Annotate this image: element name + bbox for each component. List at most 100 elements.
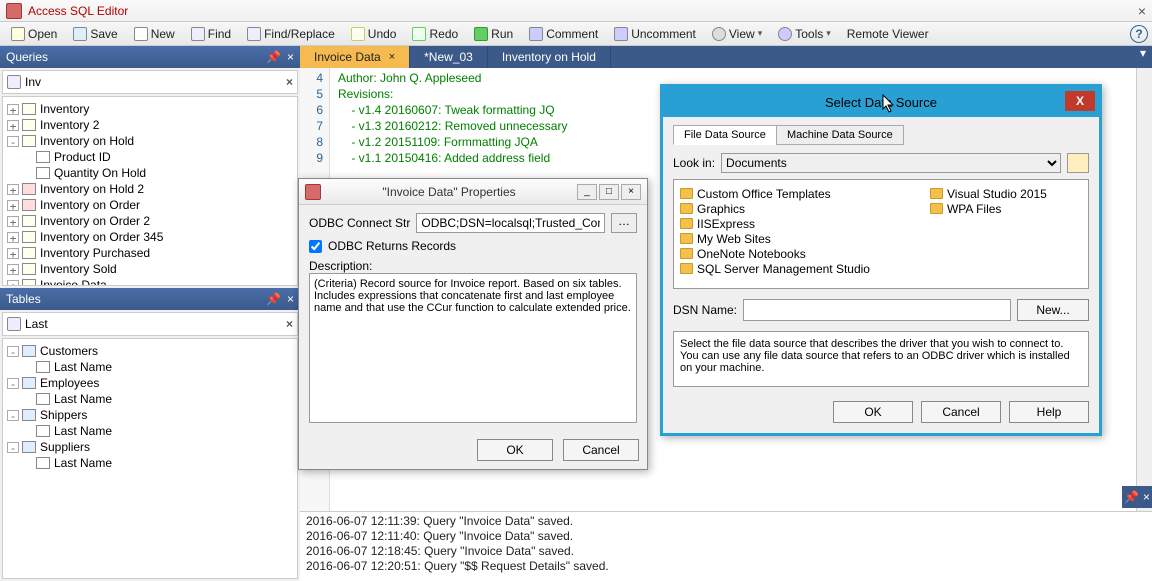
tab-machine-data-source[interactable]: Machine Data Source xyxy=(776,125,904,145)
folder-item[interactable]: OneNote Notebooks xyxy=(680,246,870,261)
document-tab[interactable]: Invoice Data× xyxy=(300,46,410,68)
expand-icon[interactable]: - xyxy=(7,136,19,147)
expand-icon[interactable]: - xyxy=(7,346,19,357)
folder-item[interactable]: SQL Server Management Studio xyxy=(680,261,870,276)
tab-close-icon[interactable]: × xyxy=(389,51,395,63)
expand-icon[interactable]: + xyxy=(7,184,19,195)
queries-tree-item[interactable]: +Inventory on Order 2 xyxy=(7,213,293,229)
tables-tree-item[interactable]: -Customers xyxy=(7,343,293,359)
expand-icon[interactable]: - xyxy=(7,410,19,421)
folder-list[interactable]: Custom Office TemplatesGraphicsIISExpres… xyxy=(673,179,1089,289)
expand-icon[interactable]: - xyxy=(7,442,19,453)
output-pin-bar[interactable]: 📌× xyxy=(1122,486,1152,508)
expand-icon xyxy=(21,152,33,163)
run-button[interactable]: Run xyxy=(467,24,520,44)
queries-filter-input[interactable] xyxy=(25,75,286,89)
expand-icon[interactable]: + xyxy=(7,120,19,131)
properties-ok-button[interactable]: OK xyxy=(477,439,553,461)
expand-icon[interactable]: + xyxy=(7,104,19,115)
ds-cancel-button[interactable]: Cancel xyxy=(921,401,1001,423)
document-tab[interactable]: *New_03 xyxy=(410,46,488,68)
save-button[interactable]: Save xyxy=(66,24,124,44)
ds-titlebar[interactable]: Select Data Source X xyxy=(663,87,1099,117)
queries-tree-item[interactable]: +Inventory on Order 345 xyxy=(7,229,293,245)
redo-button[interactable]: Redo xyxy=(405,24,465,44)
view-dropdown[interactable]: View xyxy=(705,24,769,44)
tables-tree-item[interactable]: Last Name xyxy=(21,455,293,471)
window-close-icon[interactable]: × xyxy=(1138,3,1146,19)
queries-close-icon[interactable]: × xyxy=(287,50,294,64)
expand-icon[interactable]: + xyxy=(7,264,19,275)
queries-tree-item[interactable]: +Inventory on Hold 2 xyxy=(7,181,293,197)
queries-tree-item[interactable]: +Invoice Data xyxy=(7,277,293,286)
dialog-close-icon[interactable]: × xyxy=(621,184,641,200)
queries-tree-item[interactable]: +Inventory on Order xyxy=(7,197,293,213)
expand-icon[interactable]: + xyxy=(7,248,19,259)
lookin-select[interactable]: Documents xyxy=(721,153,1061,173)
dialog-maximize-icon[interactable]: □ xyxy=(599,184,619,200)
odbc-returns-checkbox[interactable] xyxy=(309,240,322,253)
expand-icon[interactable]: + xyxy=(7,200,19,211)
queries-tree-item[interactable]: +Inventory Purchased xyxy=(7,245,293,261)
folder-item[interactable]: My Web Sites xyxy=(680,231,870,246)
folder-item[interactable]: WPA Files xyxy=(930,201,1089,216)
scrollbar[interactable] xyxy=(1136,68,1152,511)
close-icon[interactable]: × xyxy=(1143,490,1150,504)
comment-button[interactable]: Comment xyxy=(522,24,605,44)
queries-tree-item[interactable]: +Inventory xyxy=(7,101,293,117)
folder-item[interactable]: Graphics xyxy=(680,201,870,216)
find-replace-button[interactable]: Find/Replace xyxy=(240,24,342,44)
tree-label: Last Name xyxy=(54,360,112,374)
tables-filter-clear-icon[interactable]: × xyxy=(286,317,293,331)
document-tab[interactable]: Inventory on Hold xyxy=(488,46,611,68)
tables-tree-item[interactable]: -Shippers xyxy=(7,407,293,423)
query-icon xyxy=(22,247,36,259)
ds-ok-button[interactable]: OK xyxy=(833,401,913,423)
dsn-name-input[interactable] xyxy=(743,299,1011,321)
queries-filter-clear-icon[interactable]: × xyxy=(286,75,293,89)
queries-tree-item[interactable]: +Inventory Sold xyxy=(7,261,293,277)
tables-tree-item[interactable]: -Suppliers xyxy=(7,439,293,455)
queries-pin-icon[interactable]: 📌 xyxy=(266,50,281,64)
queries-tree-item[interactable]: +Inventory 2 xyxy=(7,117,293,133)
folder-item[interactable]: IISExpress xyxy=(680,216,870,231)
expand-icon[interactable]: + xyxy=(7,216,19,227)
new-button[interactable]: New xyxy=(127,24,182,44)
queries-tree-item[interactable]: Quantity On Hold xyxy=(21,165,293,181)
tables-tree-item[interactable]: Last Name xyxy=(21,423,293,439)
description-textarea[interactable]: (Criteria) Record source for Invoice rep… xyxy=(309,273,637,423)
properties-titlebar[interactable]: "Invoice Data" Properties _ □ × xyxy=(299,179,647,205)
tables-pin-icon[interactable]: 📌 xyxy=(266,292,281,306)
dsn-new-button[interactable]: New... xyxy=(1017,299,1089,321)
find-button[interactable]: Find xyxy=(184,24,238,44)
queries-tree[interactable]: +Inventory+Inventory 2-Inventory on Hold… xyxy=(2,96,298,286)
tables-tree-item[interactable]: Last Name xyxy=(21,359,293,375)
tables-filter-input[interactable] xyxy=(25,317,286,331)
expand-icon[interactable]: + xyxy=(7,280,19,287)
dialog-minimize-icon[interactable]: _ xyxy=(577,184,597,200)
ds-close-button[interactable]: X xyxy=(1065,91,1095,111)
tables-close-icon[interactable]: × xyxy=(287,292,294,306)
tables-tree[interactable]: -CustomersLast Name-EmployeesLast Name-S… xyxy=(2,338,298,579)
odbc-connect-input[interactable] xyxy=(416,213,605,233)
remote-viewer-button[interactable]: Remote Viewer xyxy=(840,24,936,44)
tab-file-data-source[interactable]: File Data Source xyxy=(673,125,777,145)
properties-cancel-button[interactable]: Cancel xyxy=(563,439,639,461)
undo-button[interactable]: Undo xyxy=(344,24,404,44)
queries-tree-item[interactable]: -Inventory on Hold xyxy=(7,133,293,149)
folder-item[interactable]: Visual Studio 2015 xyxy=(930,186,1089,201)
open-button[interactable]: Open xyxy=(4,24,64,44)
folder-up-button[interactable] xyxy=(1067,153,1089,173)
folder-item[interactable]: Custom Office Templates xyxy=(680,186,870,201)
uncomment-button[interactable]: Uncomment xyxy=(607,24,703,44)
tools-dropdown[interactable]: Tools xyxy=(771,24,838,44)
queries-tree-item[interactable]: Product ID xyxy=(21,149,293,165)
help-button[interactable]: ? xyxy=(1130,25,1148,43)
ds-help-button[interactable]: Help xyxy=(1009,401,1089,423)
expand-icon[interactable]: - xyxy=(7,378,19,389)
tables-tree-item[interactable]: Last Name xyxy=(21,391,293,407)
tables-tree-item[interactable]: -Employees xyxy=(7,375,293,391)
expand-icon[interactable]: + xyxy=(7,232,19,243)
tab-overflow-icon[interactable]: ▾ xyxy=(1134,46,1152,68)
odbc-browse-button[interactable]: … xyxy=(611,213,637,233)
